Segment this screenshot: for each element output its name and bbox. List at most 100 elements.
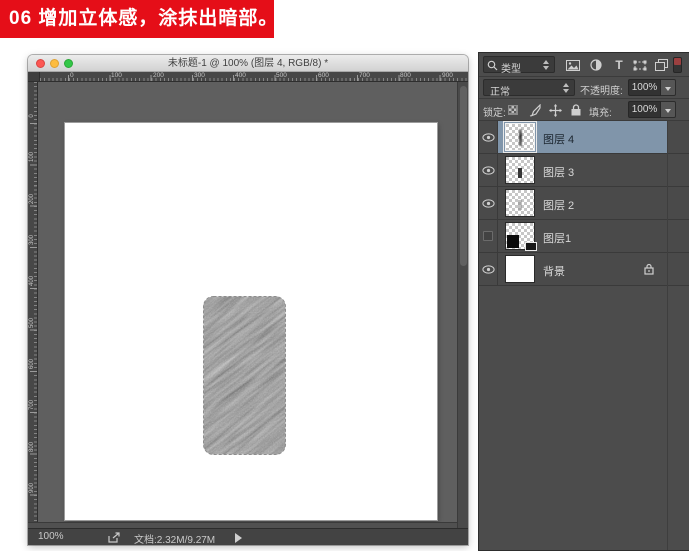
fill-label: 填充: [589, 108, 612, 119]
filter-image-layers-button[interactable] [564, 57, 582, 73]
v-ruler-label: 600 [29, 359, 35, 370]
fill-value-field[interactable]: 100% [628, 101, 661, 118]
lock-pixels-button[interactable] [527, 103, 541, 117]
v-ruler-label: 300 [29, 235, 35, 246]
layer-row-2[interactable]: 图层 2 [479, 187, 689, 220]
eye-icon [481, 132, 495, 142]
layer-visibility-toggle[interactable] [479, 187, 498, 219]
filter-type-value: 类型 [501, 64, 521, 75]
smudge-texture [203, 296, 286, 455]
layer-name[interactable]: 背景 [543, 263, 565, 279]
layer-filter-row: 类型 T [479, 53, 689, 77]
v-ruler-label: 800 [29, 442, 35, 453]
lock-buttons [506, 103, 583, 117]
filter-type-select[interactable]: 类型 [483, 56, 555, 75]
opacity-label: 不透明度: [580, 86, 623, 97]
share-icon[interactable] [108, 532, 121, 543]
filter-smart-object-layers-button[interactable] [652, 57, 670, 73]
layer-row-4[interactable]: 图层 4 [479, 121, 689, 154]
horizontal-ruler: 0 100 200 300 400 500 600 700 800 900 [28, 72, 468, 82]
filter-type-layers-button[interactable]: T [610, 57, 628, 73]
transform-badge-icon [525, 242, 537, 251]
document-window: 未标题-1 @ 100% (图层 4, RGB/8) * 0 100 200 3… [28, 55, 468, 546]
select-arrows-icon [562, 82, 571, 94]
v-ruler-label: 100 [29, 152, 35, 163]
layer-thumbnail[interactable] [505, 222, 537, 251]
layer-filter-toggle[interactable] [673, 57, 682, 73]
vertical-ruler: 0 100 200 300 400 500 600 700 800 900 [28, 82, 38, 528]
layers-icon [654, 59, 668, 71]
select-arrows-icon [542, 59, 551, 71]
smudge-artwork[interactable] [203, 296, 286, 455]
zoom-level-field[interactable]: 100% [38, 531, 64, 542]
layer-name[interactable]: 图层 3 [543, 164, 574, 180]
filter-shape-layers-button[interactable] [631, 57, 649, 73]
h-ruler-label: 100 [111, 72, 122, 79]
transparency-checker-icon [508, 105, 518, 115]
filter-adjustment-layers-button[interactable] [587, 57, 605, 73]
lock-transparency-button[interactable] [506, 103, 520, 117]
layer-thumbnail[interactable] [505, 255, 535, 283]
status-options-button[interactable] [235, 533, 242, 543]
h-ruler-label: 500 [276, 72, 287, 79]
layer-row-3[interactable]: 图层 3 [479, 154, 689, 187]
blend-mode-value: 正常 [490, 87, 510, 98]
h-ruler-label: 700 [359, 72, 370, 79]
vertical-scrollbar[interactable] [457, 82, 468, 528]
image-icon [566, 59, 580, 71]
search-icon [487, 60, 498, 71]
lock-all-button[interactable] [569, 103, 583, 117]
h-ruler-label: 800 [400, 72, 411, 79]
eye-icon [481, 165, 495, 175]
h-ruler-label: 400 [235, 72, 246, 79]
opacity-dropdown-button[interactable] [661, 79, 676, 96]
v-ruler-label: 200 [29, 194, 35, 205]
layer-row-1[interactable]: 图层1 [479, 220, 689, 253]
move-icon [548, 103, 562, 117]
document-size-info: 文档:2.32M/9.27M [134, 535, 216, 546]
layer-row-background[interactable]: 背景 [479, 253, 689, 286]
eye-icon [481, 198, 495, 208]
blend-mode-select[interactable]: 正常 [483, 79, 575, 98]
opacity-value-field[interactable]: 100% [628, 79, 661, 96]
layer-name[interactable]: 图层 4 [543, 131, 574, 147]
h-ruler-label: 0 [70, 72, 74, 79]
vertical-scrollbar-thumb[interactable] [460, 86, 467, 266]
layers-panel: 类型 T 正常 不透明度: 100% 锁定: 填充: 100% 图层 4 图层 … [478, 52, 689, 551]
lock-label: 锁定: [483, 108, 506, 119]
window-title: 未标题-1 @ 100% (图层 4, RGB/8) * [167, 58, 329, 69]
layer-thumbnail[interactable] [505, 156, 535, 184]
lock-position-button[interactable] [548, 103, 562, 117]
step-banner-text: 06 增加立体感，涂抹出暗部。 [9, 8, 279, 29]
background-lock-icon [644, 263, 654, 275]
h-ruler-label: 300 [194, 72, 205, 79]
h-ruler-label: 600 [318, 72, 329, 79]
layer-thumbnail[interactable] [503, 121, 537, 153]
adjustment-circle-icon [590, 59, 602, 71]
layer-thumbnail[interactable] [505, 189, 535, 217]
bounding-box-icon [633, 60, 647, 70]
v-ruler-label: 700 [29, 400, 35, 411]
ruler-corner [28, 72, 40, 81]
layer-visibility-toggle[interactable] [479, 121, 498, 153]
blend-opacity-row: 正常 不透明度: 100% [479, 77, 689, 99]
v-ruler-label: 900 [29, 483, 35, 494]
layer-name[interactable]: 图层1 [543, 230, 571, 246]
h-ruler-label: 200 [153, 72, 164, 79]
document-canvas[interactable] [65, 123, 437, 520]
h-ruler-label: 900 [442, 72, 453, 79]
layer-filter-toggle-knob [674, 58, 681, 65]
layer-visibility-toggle[interactable] [479, 154, 498, 186]
fill-dropdown-button[interactable] [661, 101, 676, 118]
titlebar[interactable]: 未标题-1 @ 100% (图层 4, RGB/8) * [28, 55, 468, 72]
layer-name[interactable]: 图层 2 [543, 197, 574, 213]
canvas-area[interactable]: 0 100 200 300 400 500 600 700 800 900 [28, 82, 468, 528]
lock-fill-row: 锁定: 填充: 100% [479, 99, 689, 121]
status-bar: 100% 文档:2.32M/9.27M [28, 528, 468, 546]
v-ruler-label: 500 [29, 318, 35, 329]
layer-visibility-toggle[interactable] [479, 220, 498, 252]
v-ruler-label: 0 [29, 114, 35, 118]
lock-icon [571, 104, 581, 116]
layer-visibility-toggle[interactable] [479, 253, 498, 285]
panel-scrollbar[interactable] [667, 121, 682, 550]
